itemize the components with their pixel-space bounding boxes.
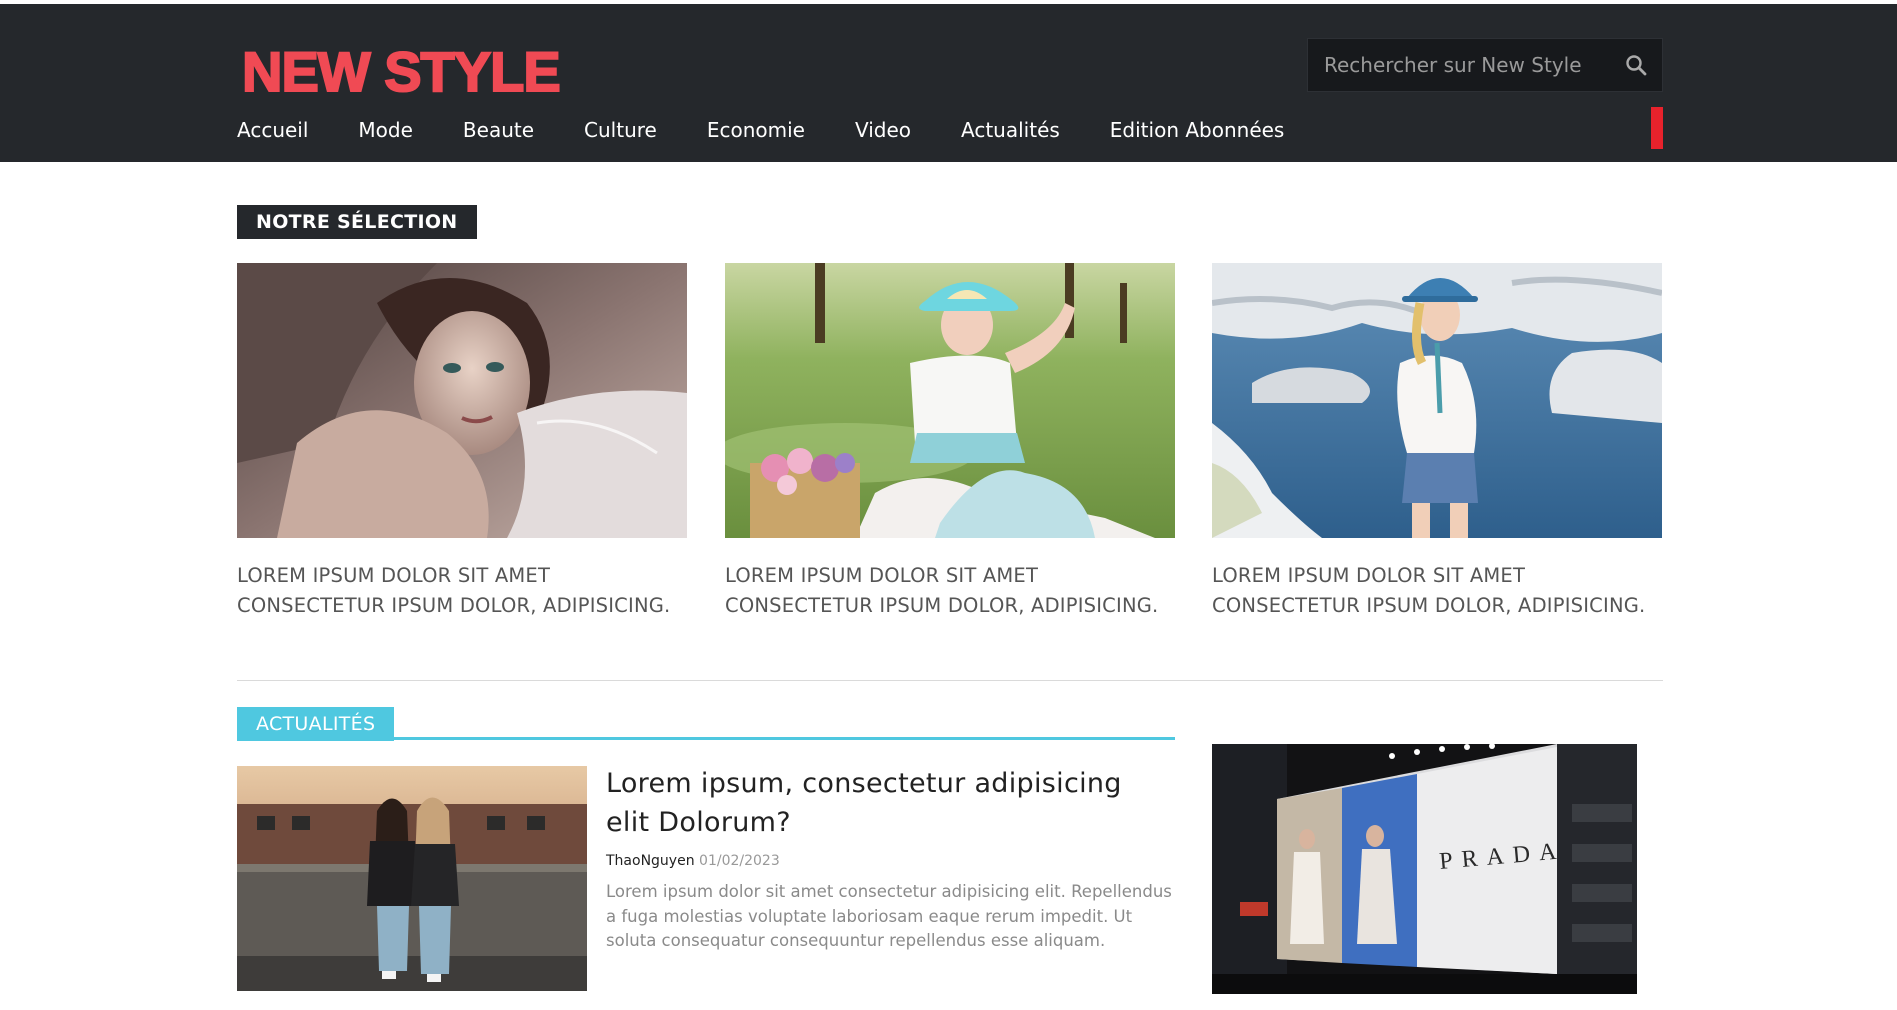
- card-caption[interactable]: LOREM IPSUM DOLOR SIT AMET CONSECTETUR I…: [237, 561, 687, 621]
- article-author[interactable]: ThaoNguyen: [606, 853, 695, 869]
- article-image[interactable]: [237, 766, 587, 991]
- section-title-actualites: ACTUALITÉS: [237, 707, 395, 741]
- card-caption[interactable]: LOREM IPSUM DOLOR SIT AMET CONSECTETUR I…: [1212, 561, 1662, 621]
- menu-indicator[interactable]: [1651, 107, 1663, 149]
- nav-item-video[interactable]: Video: [855, 114, 911, 146]
- main-nav: Accueil Mode Beaute Culture Economie Vid…: [237, 114, 1334, 146]
- article-date: 01/02/2023: [699, 853, 780, 869]
- nav-item-culture[interactable]: Culture: [584, 114, 657, 146]
- card-image-park[interactable]: [725, 263, 1175, 538]
- card-image-sea[interactable]: [1212, 263, 1662, 538]
- card-caption-line[interactable]: CONSECTETUR IPSUM DOLOR, ADIPISICING.: [237, 591, 687, 621]
- site-header: NEW STYLE Accueil Mode Beaute Culture Ec…: [0, 4, 1897, 162]
- article-title[interactable]: Lorem ipsum, consectetur adipisicing eli…: [606, 764, 1166, 842]
- article-excerpt: Lorem ipsum dolor sit amet consectetur a…: [606, 882, 1172, 950]
- section-underline: [390, 737, 1175, 740]
- search-icon[interactable]: [1624, 53, 1648, 77]
- card-caption-line[interactable]: LOREM IPSUM DOLOR SIT AMET: [237, 561, 687, 591]
- site-logo[interactable]: NEW STYLE: [241, 41, 562, 103]
- card-caption[interactable]: LOREM IPSUM DOLOR SIT AMET CONSECTETUR I…: [725, 561, 1175, 621]
- article-meta: ThaoNguyen 01/02/2023: [606, 853, 780, 869]
- nav-item-actualites[interactable]: Actualités: [961, 114, 1060, 146]
- search-box: [1307, 38, 1663, 92]
- card-caption-line[interactable]: CONSECTETUR IPSUM DOLOR, ADIPISICING.: [1212, 591, 1662, 621]
- card-image-portrait[interactable]: [237, 263, 687, 538]
- nav-item-edition-abonnees[interactable]: Edition Abonnées: [1110, 114, 1285, 146]
- side-image-billboard[interactable]: PRADA: [1212, 744, 1637, 994]
- section-title-selection: NOTRE SÉLECTION: [237, 205, 477, 239]
- section-divider: [237, 680, 1663, 681]
- card-caption-line[interactable]: LOREM IPSUM DOLOR SIT AMET: [725, 561, 1175, 591]
- nav-item-economie[interactable]: Economie: [707, 114, 805, 146]
- nav-item-mode[interactable]: Mode: [358, 114, 413, 146]
- nav-item-accueil[interactable]: Accueil: [237, 114, 308, 146]
- search-input[interactable]: [1324, 39, 1614, 91]
- card-caption-line[interactable]: CONSECTETUR IPSUM DOLOR, ADIPISICING.: [725, 591, 1175, 621]
- card-caption-line[interactable]: LOREM IPSUM DOLOR SIT AMET: [1212, 561, 1662, 591]
- nav-item-beaute[interactable]: Beaute: [463, 114, 534, 146]
